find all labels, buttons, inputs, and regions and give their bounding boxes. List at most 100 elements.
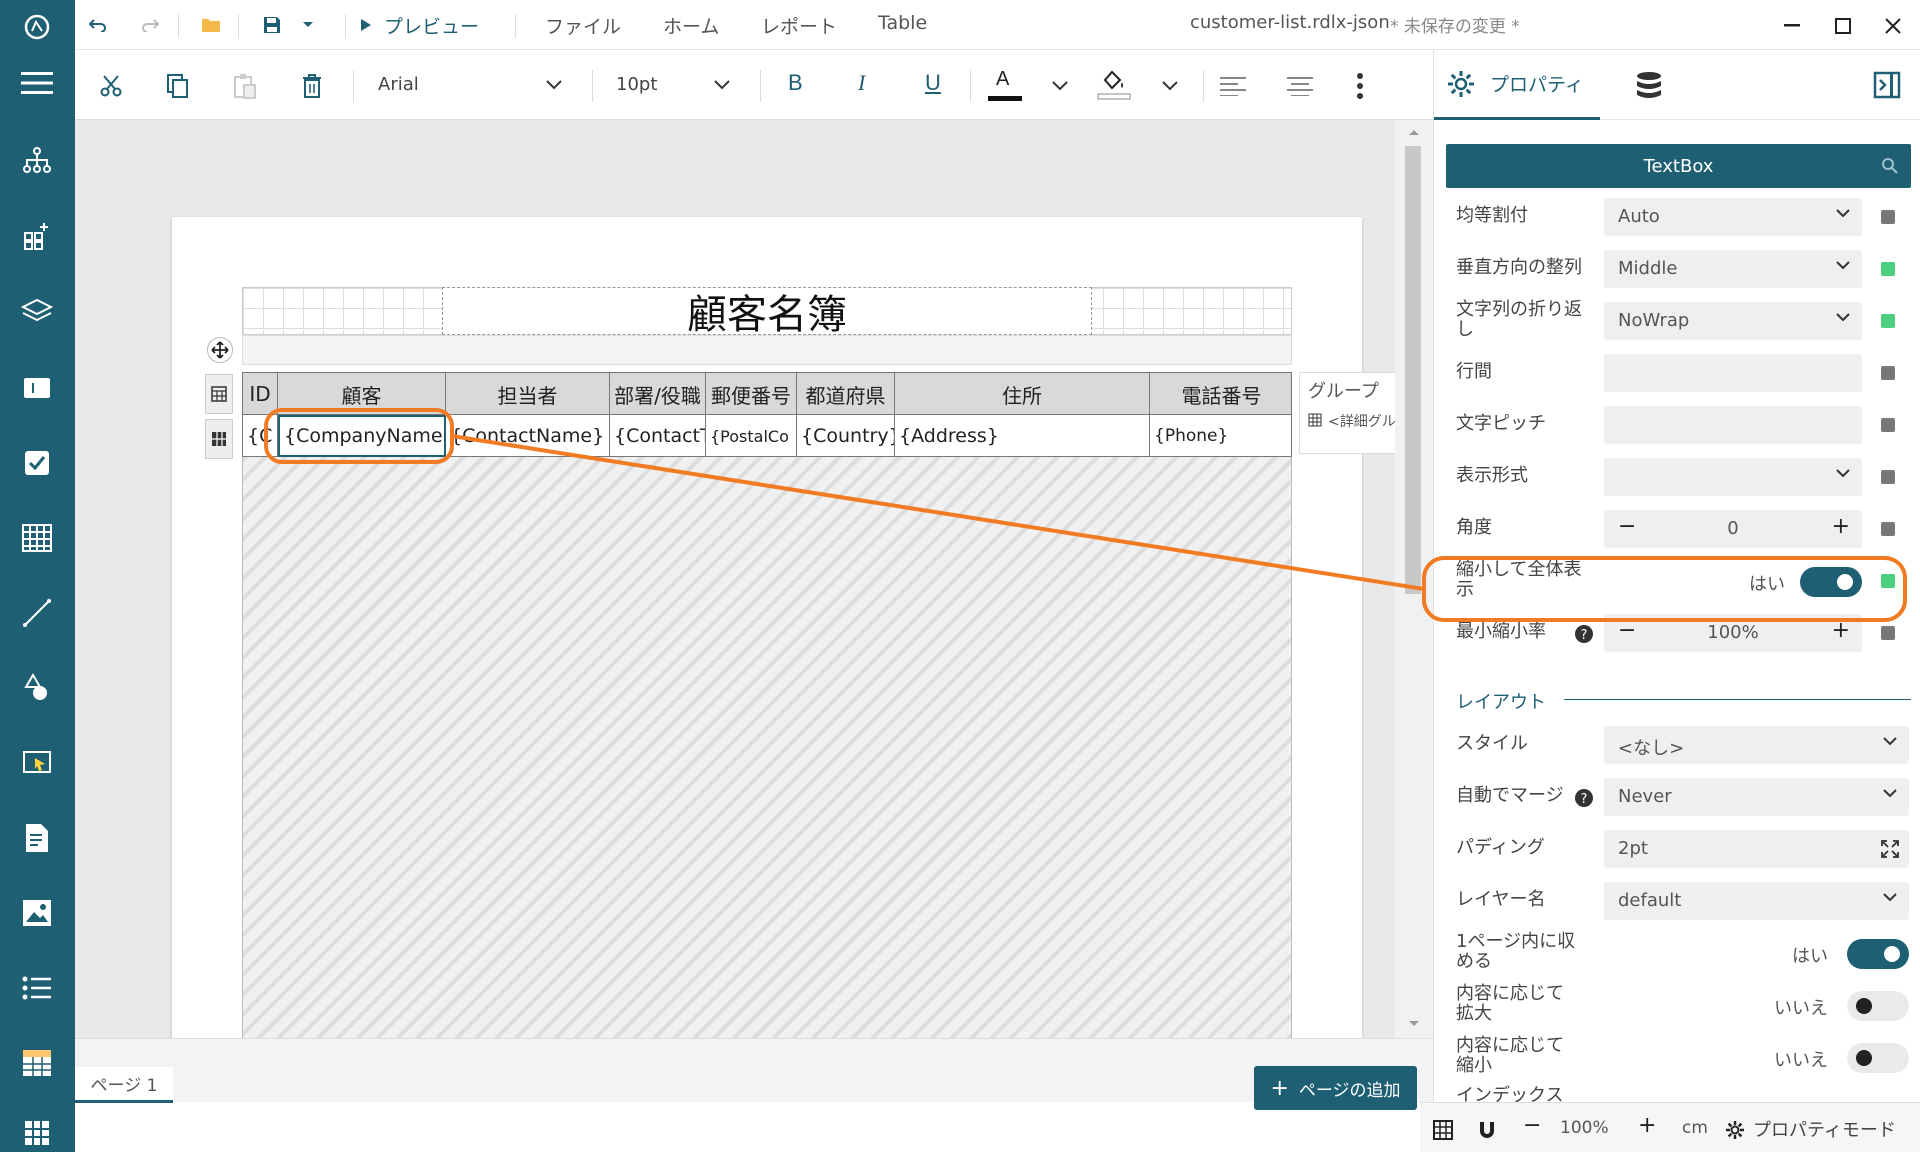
distribution-select[interactable]: Auto [1604, 198, 1862, 236]
search-icon[interactable] [1881, 157, 1899, 175]
title-textbox[interactable]: 顧客名簿 [442, 287, 1092, 338]
move-handle-icon[interactable] [207, 337, 233, 363]
status-dot[interactable] [1881, 522, 1895, 536]
align-left-icon[interactable] [1218, 72, 1248, 100]
select-tool-icon[interactable] [14, 740, 60, 786]
hamburger-menu-icon[interactable] [14, 60, 60, 106]
italic-button[interactable]: I [858, 70, 865, 96]
design-canvas[interactable]: 顧客名簿 ID 顧客 担当者 部署/役職 郵便番号 都道府県 住所 電話番号 {… [75, 120, 1395, 1038]
tree-icon[interactable] [14, 137, 60, 183]
can-shrink-toggle[interactable] [1847, 1043, 1909, 1073]
textbox-tool-icon[interactable] [14, 365, 60, 411]
status-dot[interactable] [1881, 210, 1895, 224]
header-cell[interactable]: 電話番号 [1150, 373, 1293, 415]
snap-magnet-icon[interactable] [1477, 1120, 1497, 1140]
keep-together-toggle[interactable] [1847, 939, 1909, 969]
image-tool-icon[interactable] [14, 890, 60, 936]
zoom-level[interactable]: 100% [1560, 1118, 1609, 1138]
header-cell[interactable]: 住所 [895, 373, 1150, 415]
plus-icon[interactable]: + [1832, 514, 1850, 539]
status-dot[interactable] [1881, 262, 1895, 276]
tablix-tool-icon[interactable] [14, 1040, 60, 1086]
add-component-icon[interactable] [14, 213, 60, 259]
zoom-out-icon[interactable]: − [1523, 1113, 1541, 1138]
undo-icon[interactable] [85, 12, 111, 38]
can-grow-toggle[interactable] [1847, 991, 1909, 1021]
minimize-icon[interactable] [1780, 14, 1804, 38]
vertical-scrollbar[interactable] [1395, 120, 1433, 1038]
paste-icon[interactable] [229, 70, 261, 102]
header-cell[interactable]: 担当者 [446, 373, 610, 415]
tab-properties[interactable]: プロパティ [1434, 50, 1600, 120]
scroll-up-icon[interactable] [1408, 128, 1420, 136]
help-icon[interactable]: ? [1574, 788, 1594, 808]
report-page[interactable]: 顧客名簿 ID 顧客 担当者 部署/役職 郵便番号 都道府県 住所 電話番号 {… [172, 217, 1395, 1038]
vertical-align-select[interactable]: Middle [1604, 250, 1862, 288]
menu-table[interactable]: Table [878, 12, 927, 34]
delete-icon[interactable] [296, 70, 328, 102]
status-dot[interactable] [1881, 574, 1895, 588]
detail-cell[interactable]: {C [243, 415, 278, 457]
status-dot[interactable] [1881, 626, 1895, 640]
style-select[interactable]: <なし> [1604, 726, 1909, 764]
layers-icon[interactable] [14, 288, 60, 334]
detail-cell[interactable]: {Phone} [1150, 415, 1293, 457]
auto-merge-select[interactable]: Never [1604, 778, 1909, 816]
property-mode-button[interactable]: プロパティモード [1753, 1116, 1896, 1142]
status-dot[interactable] [1881, 366, 1895, 380]
align-center-icon[interactable] [1285, 72, 1315, 100]
menu-file[interactable]: ファイル [545, 12, 621, 39]
font-color-button[interactable]: A [985, 66, 1025, 106]
detail-cell[interactable]: {PostalCo [706, 415, 797, 457]
header-cell[interactable]: 顧客 [278, 373, 446, 415]
cut-icon[interactable] [95, 70, 127, 102]
more-options-icon[interactable] [1350, 70, 1370, 102]
preview-button[interactable]: プレビュー [360, 0, 479, 50]
company-name-cell[interactable]: {CompanyName} [278, 415, 446, 457]
shape-tool-icon[interactable] [14, 665, 60, 711]
grid-toggle-icon[interactable] [1433, 1120, 1453, 1140]
line-tool-icon[interactable] [14, 590, 60, 636]
page-tab[interactable]: ページ 1 [75, 1067, 173, 1103]
header-cell[interactable]: 郵便番号 [706, 373, 797, 415]
font-size-select[interactable]: 10pt [608, 68, 738, 104]
detail-cell[interactable]: {ContactT [610, 415, 706, 457]
redo-icon[interactable] [137, 12, 163, 38]
chevron-down-icon[interactable] [1162, 81, 1178, 91]
fill-color-button[interactable] [1095, 66, 1135, 106]
list-tool-icon[interactable] [14, 965, 60, 1011]
header-cell[interactable]: ID [243, 373, 278, 415]
chevron-down-icon[interactable] [1052, 81, 1068, 91]
unit-selector[interactable]: cm [1682, 1118, 1708, 1138]
header-row-handle-icon[interactable] [205, 374, 233, 414]
copy-icon[interactable] [162, 70, 194, 102]
min-condense-stepper[interactable]: − 100% + [1604, 614, 1862, 652]
scroll-down-icon[interactable] [1408, 1020, 1420, 1028]
group-panel[interactable]: グループ <詳細グル [1299, 372, 1395, 454]
status-dot[interactable] [1881, 418, 1895, 432]
status-dot[interactable] [1881, 314, 1895, 328]
help-icon[interactable]: ? [1574, 624, 1594, 644]
table-tool-icon[interactable] [14, 515, 60, 561]
document-tool-icon[interactable] [14, 815, 60, 861]
padding-input[interactable]: 2pt [1604, 830, 1909, 868]
shrink-to-fit-toggle[interactable] [1800, 567, 1862, 597]
line-spacing-input[interactable] [1604, 354, 1862, 392]
maximize-icon[interactable] [1831, 14, 1855, 38]
close-icon[interactable] [1881, 14, 1905, 38]
font-family-select[interactable]: Arial [370, 68, 570, 104]
vertical-scroll-thumb[interactable] [1405, 146, 1421, 594]
detail-cell[interactable]: {Country} [797, 415, 895, 457]
expand-icon[interactable] [1881, 840, 1899, 858]
bold-button[interactable]: B [788, 70, 803, 96]
grid-tool-icon[interactable] [14, 1110, 60, 1156]
status-dot[interactable] [1881, 470, 1895, 484]
save-icon[interactable] [258, 12, 286, 38]
detail-row-handle-icon[interactable] [205, 419, 233, 459]
collapse-panel-icon[interactable] [1870, 68, 1904, 102]
char-spacing-input[interactable] [1604, 406, 1862, 444]
plus-icon[interactable]: + [1832, 618, 1850, 643]
table-column-handles[interactable] [242, 335, 1292, 365]
detail-cell[interactable]: {Address} [895, 415, 1150, 457]
zoom-in-icon[interactable]: + [1638, 1113, 1656, 1138]
